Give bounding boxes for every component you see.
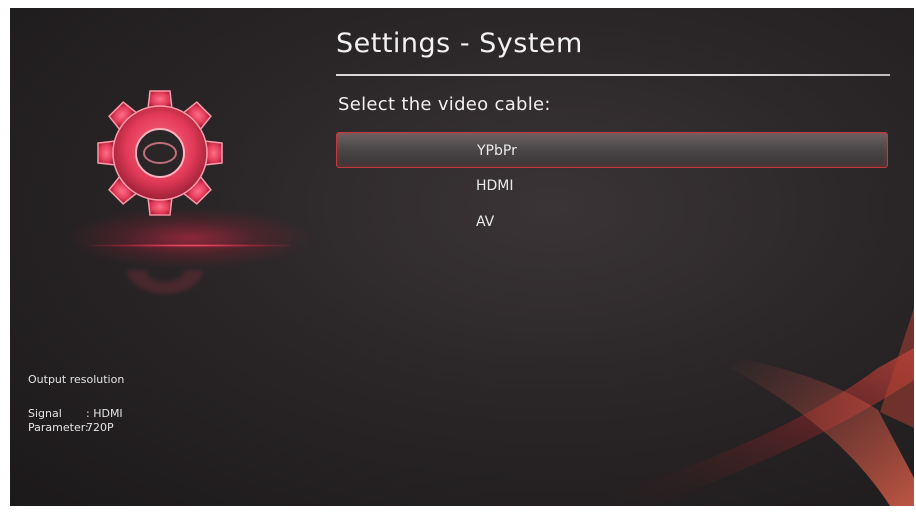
option-ypbpr[interactable]: YPbPr: [336, 132, 888, 168]
page-title: Settings - System: [336, 28, 583, 59]
signal-value: : HDMI: [86, 407, 123, 420]
option-label: HDMI: [476, 178, 514, 194]
parameter-value: 720P: [86, 421, 114, 434]
gear-reflection: [105, 246, 225, 340]
gear-icon: [90, 83, 230, 223]
output-resolution-heading: Output resolution: [28, 373, 125, 386]
option-label: AV: [476, 214, 495, 230]
parameter-label: Parameter:: [28, 421, 89, 434]
option-hdmi[interactable]: HDMI: [336, 168, 888, 204]
signal-label: Signal: [28, 407, 62, 420]
signal-row: Signal : HDMI: [28, 407, 123, 420]
title-divider: [336, 74, 890, 76]
gear-glow: [70, 208, 310, 268]
cable-prompt: Select the video cable:: [338, 94, 551, 115]
video-cable-list: YPbPr HDMI AV: [336, 132, 888, 240]
parameter-row: Parameter:720P: [28, 421, 114, 434]
gear-glow-line: [90, 244, 290, 247]
option-av[interactable]: AV: [336, 204, 888, 240]
settings-screen: Settings - System Select the video cable…: [10, 8, 914, 506]
option-label: YPbPr: [477, 143, 517, 159]
